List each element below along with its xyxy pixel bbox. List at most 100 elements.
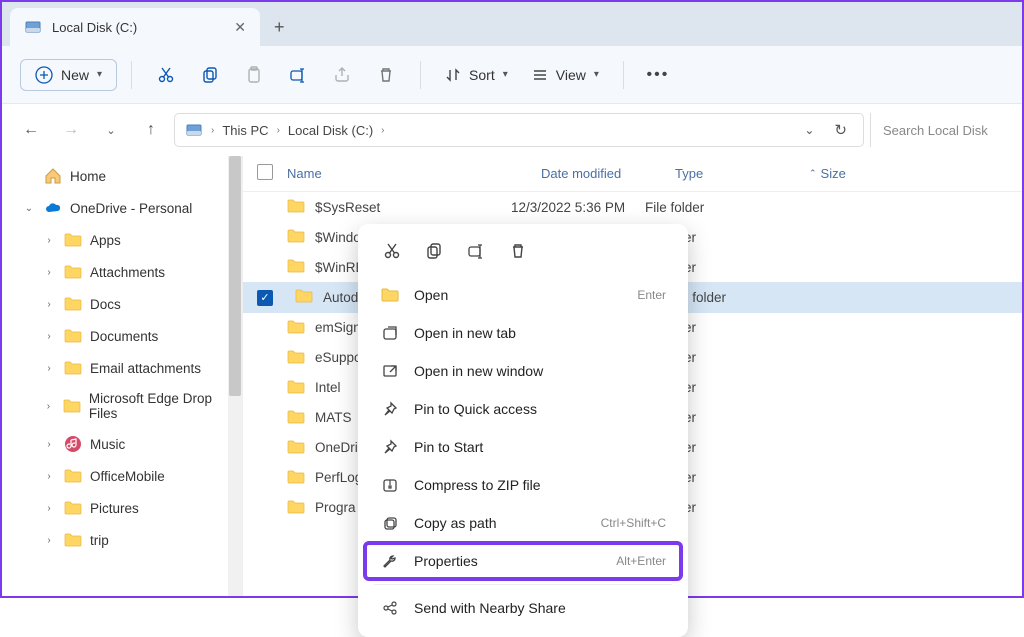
file-date: 12/3/2022 5:36 PM <box>511 200 645 215</box>
breadcrumb-part[interactable]: Local Disk (C:) <box>288 123 373 138</box>
folder-icon <box>64 295 82 313</box>
folder-icon <box>63 397 81 415</box>
rename-icon[interactable] <box>458 234 494 268</box>
sidebar-item[interactable]: ›trip <box>2 524 242 556</box>
context-item-label: Pin to Quick access <box>414 401 652 417</box>
sidebar-item[interactable]: ›Email attachments <box>2 352 242 384</box>
chevron-down-icon[interactable]: ⌄ <box>798 123 820 137</box>
close-icon[interactable]: ✕ <box>234 19 246 36</box>
folder-icon <box>64 499 82 517</box>
context-item-pin-to-quick-access[interactable]: Pin to Quick access <box>364 390 682 428</box>
folder-icon <box>287 440 307 456</box>
chevron-right-icon: › <box>42 331 56 342</box>
delete-icon[interactable] <box>500 234 536 268</box>
refresh-icon[interactable]: ↻ <box>828 121 853 139</box>
tab-bar: Local Disk (C:) ✕ + <box>2 2 1022 46</box>
breadcrumb-part[interactable]: This PC <box>222 123 268 138</box>
file-name: MATS <box>315 410 352 425</box>
divider <box>131 61 132 89</box>
pin-icon <box>380 437 400 457</box>
col-type[interactable]: Type <box>675 166 809 181</box>
sidebar-item[interactable]: ›Apps <box>2 224 242 256</box>
table-row[interactable]: $SysReset12/3/2022 5:36 PMFile folder <box>243 192 1022 222</box>
folder-icon <box>287 259 307 275</box>
sidebar-item[interactable]: ›Attachments <box>2 256 242 288</box>
share-icon[interactable] <box>322 55 362 95</box>
context-item-properties[interactable]: PropertiesAlt+Enter <box>364 542 682 580</box>
back-button[interactable]: ← <box>14 113 48 147</box>
chevron-right-icon: › <box>42 267 56 278</box>
more-icon[interactable]: ••• <box>638 55 678 95</box>
sidebar: Home ⌄ OneDrive - Personal ›Apps›Attachm… <box>2 156 242 596</box>
tab[interactable]: Local Disk (C:) ✕ <box>10 8 260 46</box>
chevron-right-icon: › <box>381 125 384 136</box>
cut-icon[interactable] <box>146 55 186 95</box>
folder-icon <box>64 327 82 345</box>
checkbox-icon[interactable]: ✓ <box>257 290 273 306</box>
copy-icon[interactable] <box>416 234 452 268</box>
sidebar-item[interactable]: ›Pictures <box>2 492 242 524</box>
context-item-pin-to-start[interactable]: Pin to Start <box>364 428 682 466</box>
open-icon <box>380 285 400 305</box>
context-item-send-with-nearby-share[interactable]: Send with Nearby Share <box>364 589 682 627</box>
chevron-right-icon: › <box>211 125 214 136</box>
address-bar[interactable]: › This PC › Local Disk (C:) › ⌄ ↻ <box>174 113 864 147</box>
context-item-label: Compress to ZIP file <box>414 477 652 493</box>
sidebar-label: Home <box>70 169 106 184</box>
folder-icon <box>287 410 307 426</box>
folder-icon <box>287 500 307 516</box>
context-item-shortcut: Ctrl+Shift+C <box>601 516 666 530</box>
folder-icon <box>64 359 82 377</box>
new-tab-icon <box>380 323 400 343</box>
context-icon-row <box>364 234 682 276</box>
context-item-open-in-new-tab[interactable]: Open in new tab <box>364 314 682 352</box>
folder-icon <box>64 263 82 281</box>
sidebar-item[interactable]: › Documents <box>2 320 242 352</box>
sidebar-item-onedrive[interactable]: ⌄ OneDrive - Personal <box>2 192 242 224</box>
cut-icon[interactable] <box>374 234 410 268</box>
sort-caret-icon: ⌃ <box>809 168 817 179</box>
context-item-copy-as-path[interactable]: Copy as pathCtrl+Shift+C <box>364 504 682 542</box>
sidebar-item[interactable]: ›Music <box>2 428 242 460</box>
sidebar-item-home[interactable]: Home <box>2 160 242 192</box>
context-item-compress-to-zip-file[interactable]: Compress to ZIP file <box>364 466 682 504</box>
sidebar-label: Apps <box>90 233 121 248</box>
home-icon <box>44 167 62 185</box>
new-tab-button[interactable]: + <box>260 8 299 46</box>
folder-icon <box>287 229 307 245</box>
col-name[interactable]: Name <box>287 166 541 181</box>
copy-icon[interactable] <box>190 55 230 95</box>
context-item-open[interactable]: OpenEnter <box>364 276 682 314</box>
delete-icon[interactable] <box>366 55 406 95</box>
new-button[interactable]: New ▾ <box>20 59 117 91</box>
rename-icon[interactable] <box>278 55 318 95</box>
col-size[interactable]: ⌃Size <box>809 166 869 181</box>
sidebar-item[interactable]: ›Microsoft Edge Drop Files <box>2 384 242 428</box>
tab-title: Local Disk (C:) <box>52 20 137 35</box>
view-label: View <box>556 67 586 83</box>
file-name: Progra <box>315 500 356 515</box>
sidebar-item[interactable]: ›OfficeMobile <box>2 460 242 492</box>
sort-button[interactable]: Sort ▾ <box>435 61 518 89</box>
up-button[interactable]: ↑ <box>134 113 168 147</box>
chevron-right-icon: › <box>42 439 56 450</box>
view-button[interactable]: View ▾ <box>522 61 609 89</box>
sidebar-item[interactable]: ›Docs <box>2 288 242 320</box>
paste-icon[interactable] <box>234 55 274 95</box>
plus-circle-icon <box>35 66 53 84</box>
file-name: PerfLog <box>315 470 362 485</box>
forward-button[interactable]: → <box>54 113 88 147</box>
scrollbar-thumb[interactable] <box>229 156 241 396</box>
scrollbar[interactable] <box>228 156 242 596</box>
context-item-open-in-new-window[interactable]: Open in new window <box>364 352 682 390</box>
search-input[interactable]: Search Local Disk <box>870 113 1000 147</box>
select-all-checkbox[interactable] <box>257 164 287 183</box>
context-item-label: Open <box>414 287 623 303</box>
divider <box>420 61 421 89</box>
sort-icon <box>445 67 461 83</box>
context-item-label: Properties <box>414 553 602 569</box>
file-name: $Windo <box>315 230 361 245</box>
recent-chevron[interactable]: ⌄ <box>94 113 128 147</box>
col-date[interactable]: Date modified <box>541 166 675 181</box>
sidebar-label: Documents <box>90 329 158 344</box>
